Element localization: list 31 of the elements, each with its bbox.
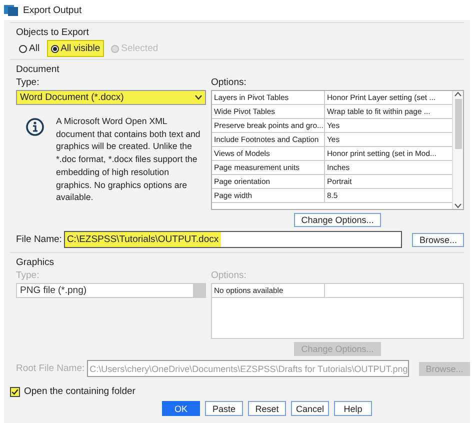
- app-icon: [4, 4, 18, 16]
- field-label: Root File Name:: [16, 363, 85, 374]
- dialog-button[interactable]: OK: [162, 401, 200, 416]
- info-text: A Microsoft Word Open XML document that contains both text and graphics will be created. Unlike the *.doc format, *.docx files support the embedding of high resolution graphics. No graphics options are available.: [56, 115, 202, 204]
- type-dropdown[interactable]: Word Document (*.docx): [16, 90, 206, 105]
- dialog-button[interactable]: Cancel: [291, 401, 329, 416]
- scroll-up-icon[interactable]: [454, 91, 462, 97]
- field-label: Type:: [16, 270, 40, 281]
- radio-option[interactable]: All: [16, 41, 43, 56]
- window-title: Export Output: [23, 4, 82, 16]
- field-label: Type:: [16, 77, 40, 88]
- section-label: Document: [16, 64, 60, 75]
- scroll-down-icon[interactable]: [454, 203, 462, 209]
- checkbox-label[interactable]: Open the containing folder: [24, 386, 136, 397]
- file-path-text: C:\EZSPSS\Tutorials\OUTPUT.docx: [64, 232, 221, 247]
- info-icon: [26, 118, 44, 136]
- section-label: Graphics: [16, 257, 56, 268]
- field-label: Options:: [211, 270, 248, 281]
- caret-icon: [195, 95, 202, 100]
- dialog-button[interactable]: Paste: [205, 401, 243, 416]
- browse-button[interactable]: Browse...: [412, 232, 464, 246]
- field-label: Options:: [211, 77, 248, 88]
- section-label: Objects to Export: [16, 27, 90, 38]
- change-options-button[interactable]: Change Options...: [294, 213, 381, 227]
- radio-option[interactable]: All visible: [46, 40, 104, 57]
- file-name-field[interactable]: C:\EZSPSS\Tutorials\OUTPUT.docx: [64, 231, 402, 248]
- checkbox[interactable]: [10, 386, 20, 396]
- dialog-button[interactable]: Reset: [248, 401, 286, 416]
- field-label: File Name:: [16, 234, 62, 245]
- scrollbar[interactable]: [452, 91, 463, 209]
- dialog-button[interactable]: Help: [334, 401, 372, 416]
